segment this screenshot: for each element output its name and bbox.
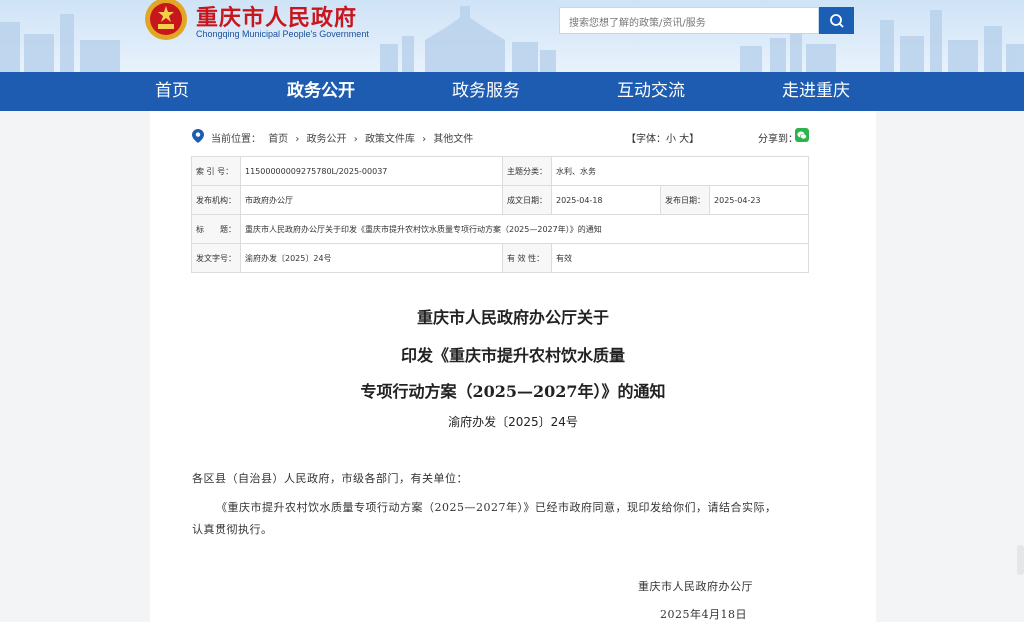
- site-header: 重庆市人民政府 Chongqing Municipal People's Gov…: [0, 0, 1024, 72]
- wechat-share-button[interactable]: [795, 128, 809, 142]
- meta-label: 发文字号：: [191, 243, 241, 273]
- breadcrumb: 当前位置： 首页 › 政务公开 › 政策文件库 › 其他文件: [211, 130, 477, 145]
- main-nav: 首页 政务公开 政务服务 互动交流 走进重庆: [0, 72, 1024, 111]
- body-paragraph: 《重庆市提升农村饮水质量专项行动方案（2025—2027年）》已经市政府同意，现…: [216, 501, 777, 514]
- breadcrumb-prefix: 当前位置：: [211, 134, 261, 145]
- breadcrumb-other-files[interactable]: 其他文件: [433, 134, 473, 145]
- national-emblem-icon: [145, 0, 187, 40]
- site-subtitle: Chongqing Municipal People's Government: [196, 29, 369, 39]
- meta-validity: 有效: [551, 243, 809, 273]
- meta-label: 索 引 号：: [191, 156, 241, 186]
- meta-issuer: 市政府办公厅: [240, 185, 503, 215]
- meta-index-number: 11500000009275780L/2025-00037: [240, 156, 503, 186]
- meta-label: 发布机构：: [191, 185, 241, 215]
- document-title-line: 印发《重庆市提升农村饮水质量: [400, 346, 625, 365]
- breadcrumb-policy-library[interactable]: 政策文件库: [365, 134, 415, 145]
- body-paragraph-continued: 认真贯彻执行。: [192, 523, 273, 536]
- meta-label: 标 题：: [191, 214, 241, 244]
- wechat-icon: [797, 131, 807, 139]
- nav-government-services[interactable]: 政务服务: [445, 72, 527, 111]
- document-title-line: 重庆市人民政府办公厅关于: [416, 308, 609, 327]
- nav-interaction[interactable]: 互动交流: [610, 72, 692, 111]
- document-metadata-table: 索 引 号： 11500000009275780L/2025-00037 主题分…: [191, 156, 809, 273]
- search-icon: [829, 13, 844, 28]
- breadcrumb-separator: ›: [353, 134, 358, 145]
- breadcrumb-home[interactable]: 首页: [268, 134, 288, 145]
- content-panel: 当前位置： 首页 › 政务公开 › 政策文件库 › 其他文件 【字体：小 大】 …: [150, 111, 876, 622]
- location-pin-icon: [192, 129, 204, 143]
- meta-published-date: 2025-04-23: [709, 185, 809, 215]
- breadcrumb-separator: ›: [295, 134, 300, 145]
- meta-title: 重庆市人民政府办公厅关于印发《重庆市提升农村饮水质量专项行动方案（2025—20…: [240, 214, 809, 244]
- search-input[interactable]: 搜索您想了解的政策/资讯/服务: [559, 7, 819, 34]
- site-title: 重庆市人民政府: [196, 5, 358, 31]
- font-size-control[interactable]: 【字体：小 大】: [626, 130, 699, 145]
- share-label: 分享到：: [758, 134, 798, 145]
- nav-government-affairs[interactable]: 政务公开: [280, 72, 362, 111]
- meta-label: 主题分类：: [502, 156, 552, 186]
- salutation: 各区县（自治县）人民政府，市级各部门，有关单位：: [192, 472, 468, 485]
- nav-home[interactable]: 首页: [140, 72, 204, 111]
- nav-about-chongqing[interactable]: 走进重庆: [775, 72, 857, 111]
- breadcrumb-government-affairs[interactable]: 政务公开: [307, 134, 347, 145]
- meta-label: 发布日期：: [659, 185, 711, 215]
- meta-label: 成文日期：: [502, 185, 552, 215]
- signature-date: 2025年4月18日: [660, 608, 747, 621]
- meta-category: 水利、水务: [551, 156, 809, 186]
- breadcrumb-separator: ›: [422, 134, 427, 145]
- scrollbar-thumb[interactable]: [1017, 545, 1024, 575]
- document-title-line: 专项行动方案（2025—2027年）》的通知: [360, 382, 666, 401]
- meta-doc-number: 渝府办发〔2025〕24号: [240, 243, 503, 273]
- document-number: 渝府办发〔2025〕24号: [448, 415, 578, 429]
- meta-written-date: 2025-04-18: [551, 185, 661, 215]
- signature: 重庆市人民政府办公厅: [638, 580, 753, 593]
- meta-label: 有 效 性：: [502, 243, 552, 273]
- search-button[interactable]: [819, 7, 854, 34]
